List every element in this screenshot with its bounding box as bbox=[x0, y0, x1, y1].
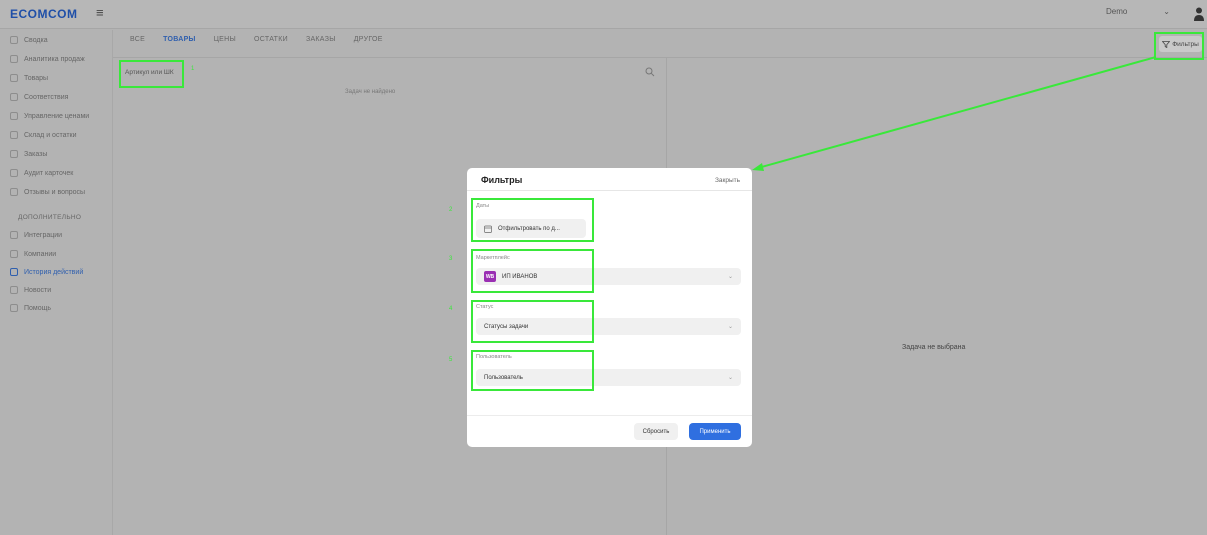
annotation-arrow bbox=[752, 56, 1157, 171]
